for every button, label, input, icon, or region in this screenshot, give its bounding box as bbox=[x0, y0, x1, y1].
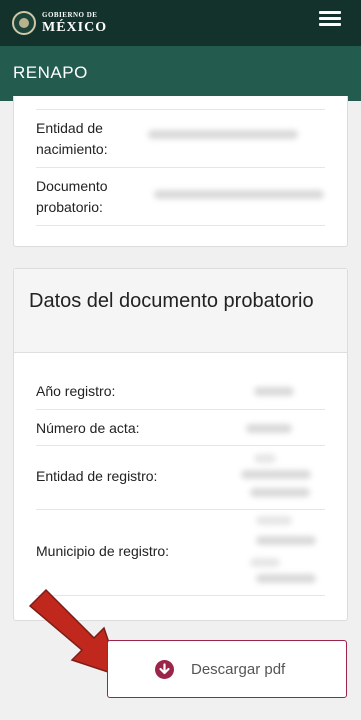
redacted-value bbox=[254, 454, 276, 463]
row-divider bbox=[36, 225, 325, 226]
data-row: Entidad de nacimiento: bbox=[36, 109, 325, 167]
row-label: Entidad de registro: bbox=[36, 468, 158, 484]
redacted-value bbox=[256, 536, 316, 545]
redacted-value bbox=[256, 574, 316, 583]
section-header: RENAPO bbox=[0, 46, 361, 101]
gobierno-logo[interactable]: GOBIERNO DE MÉXICO bbox=[12, 9, 107, 37]
national-seal-icon bbox=[12, 11, 36, 35]
section-title: RENAPO bbox=[13, 63, 88, 82]
download-label: Descargar pdf bbox=[191, 661, 286, 678]
panel-heading: Datos del documento probatorio bbox=[14, 269, 347, 353]
logo-top-text: GOBIERNO DE bbox=[42, 10, 98, 19]
redacted-value bbox=[154, 190, 324, 199]
redacted-value bbox=[256, 516, 292, 525]
row-label: Número de acta: bbox=[36, 420, 140, 436]
data-row: Número de acta: bbox=[36, 409, 325, 445]
redacted-value bbox=[241, 470, 311, 479]
row-label: Entidad de nacimiento: bbox=[36, 120, 108, 157]
personal-data-panel: Entidad de nacimiento: Documento probato… bbox=[13, 96, 348, 247]
logo-main-text: MÉXICO bbox=[42, 19, 108, 35]
redacted-value bbox=[148, 130, 298, 139]
panel-title: Datos del documento probatorio bbox=[29, 290, 314, 312]
redacted-value bbox=[254, 387, 294, 396]
gov-header: GOBIERNO DE MÉXICO bbox=[0, 0, 361, 46]
arrow-down-circle-icon bbox=[155, 660, 174, 679]
row-label: Documento probatorio: bbox=[36, 178, 108, 215]
data-row: Municipio de registro: bbox=[36, 509, 325, 595]
redacted-value bbox=[246, 424, 292, 433]
document-data-panel: Datos del documento probatorio Año regis… bbox=[13, 268, 348, 621]
data-row: Documento probatorio: bbox=[36, 167, 325, 225]
download-pdf-button[interactable]: Descargar pdf bbox=[107, 640, 347, 698]
logo-text: GOBIERNO DE MÉXICO bbox=[42, 10, 108, 35]
redacted-value bbox=[250, 488, 310, 497]
data-row: Entidad de registro: bbox=[36, 445, 325, 509]
row-label: Año registro: bbox=[36, 383, 116, 399]
hamburger-menu-icon[interactable] bbox=[319, 10, 341, 26]
data-row: Año registro: bbox=[36, 373, 325, 409]
row-label: Municipio de registro: bbox=[36, 543, 170, 559]
redacted-value bbox=[250, 558, 280, 567]
